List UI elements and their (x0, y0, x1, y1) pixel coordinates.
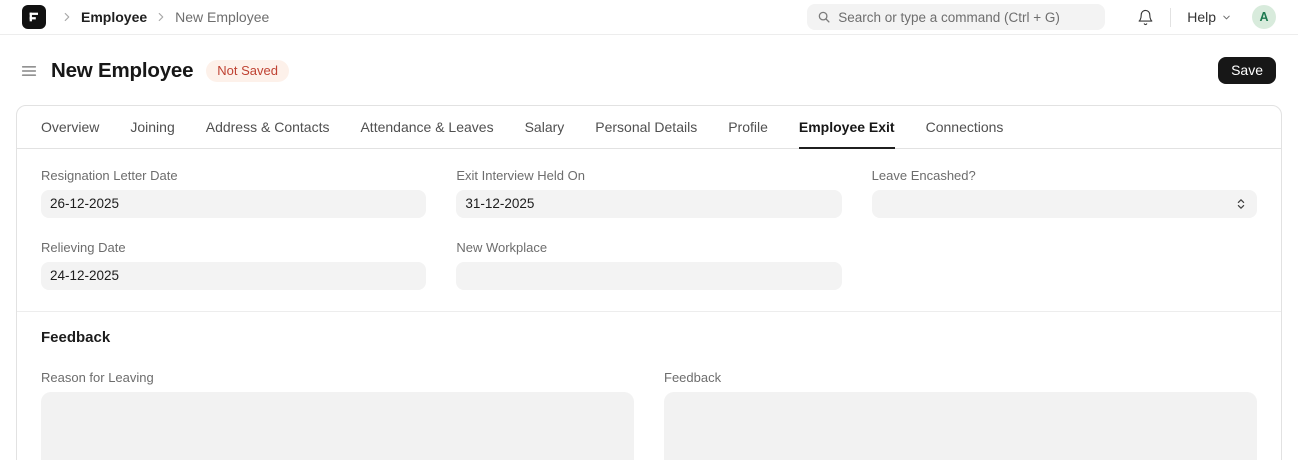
field-relieving-date: Relieving Date (41, 240, 427, 290)
tab-attendance-leaves[interactable]: Attendance & Leaves (360, 106, 493, 148)
tab-overview[interactable]: Overview (41, 106, 99, 148)
tab-address-contacts[interactable]: Address & Contacts (206, 106, 330, 148)
field-leave-encashed: Leave Encashed? (871, 168, 1257, 218)
select-chevrons-icon (1237, 199, 1245, 209)
field-resignation-letter-date: Resignation Letter Date (41, 168, 427, 218)
tab-profile[interactable]: Profile (728, 106, 768, 148)
chevron-down-icon (1223, 15, 1230, 19)
breadcrumb: Employee New Employee (60, 9, 269, 25)
field-feedback: Feedback (664, 370, 1257, 460)
chevron-right-icon (60, 10, 74, 24)
search-icon (817, 10, 831, 24)
field-new-workplace: New Workplace (456, 240, 842, 290)
feedback-textarea[interactable] (664, 392, 1257, 460)
tab-personal-details[interactable]: Personal Details (595, 106, 697, 148)
field-label: Feedback (664, 370, 722, 385)
feedback-section: Feedback Reason for Leaving Feedback (17, 312, 1281, 460)
employee-exit-fields: Resignation Letter Date Exit Interview H… (17, 149, 1281, 311)
search-input[interactable] (838, 9, 1096, 25)
tab-salary[interactable]: Salary (525, 106, 565, 148)
leave-encashed-select[interactable] (871, 190, 1257, 218)
global-search[interactable] (807, 4, 1106, 30)
page-title: New Employee (51, 58, 194, 82)
status-badge: Not Saved (206, 59, 289, 82)
field-label: Relieving Date (41, 240, 126, 255)
top-navbar: Employee New Employee Help A (0, 0, 1298, 35)
feedback-fields: Reason for Leaving Feedback (41, 370, 1257, 460)
new-workplace-input[interactable] (456, 262, 842, 290)
notifications-button[interactable] (1137, 9, 1154, 26)
breadcrumb-item-employee[interactable]: Employee (81, 9, 147, 25)
exit-interview-held-on-input[interactable] (456, 190, 842, 218)
feedback-section-title: Feedback (41, 329, 111, 346)
save-button[interactable]: Save (1218, 57, 1276, 84)
reason-for-leaving-textarea[interactable] (41, 392, 634, 460)
frappe-logo-icon[interactable] (22, 5, 46, 29)
tab-employee-exit[interactable]: Employee Exit (798, 106, 895, 149)
form-card: Overview Joining Address & Contacts Atte… (16, 105, 1282, 460)
help-label: Help (1187, 9, 1216, 25)
field-label: Leave Encashed? (871, 168, 976, 183)
frappe-f-glyph (29, 12, 38, 22)
field-label: New Workplace (456, 240, 548, 255)
navbar-divider (1170, 7, 1172, 27)
form-tabs: Overview Joining Address & Contacts Atte… (17, 106, 1281, 149)
relieving-date-input[interactable] (41, 262, 427, 290)
page-head: New Employee Not Saved Save (0, 35, 1298, 105)
field-label: Resignation Letter Date (41, 168, 178, 183)
chevron-right-icon (154, 10, 168, 24)
field-label: Reason for Leaving (41, 370, 154, 385)
sidebar-toggle-button[interactable] (20, 62, 38, 80)
tab-connections[interactable]: Connections (926, 106, 1004, 148)
breadcrumb-item-new-employee: New Employee (175, 9, 270, 25)
field-label: Exit Interview Held On (456, 168, 585, 183)
user-avatar[interactable]: A (1252, 5, 1276, 29)
hamburger-icon (21, 65, 37, 76)
field-exit-interview-held-on: Exit Interview Held On (456, 168, 842, 218)
resignation-letter-date-input[interactable] (41, 190, 427, 218)
bell-icon (1138, 9, 1153, 25)
field-reason-for-leaving: Reason for Leaving (41, 370, 634, 460)
help-menu[interactable]: Help (1187, 9, 1232, 25)
tab-joining[interactable]: Joining (130, 106, 174, 148)
